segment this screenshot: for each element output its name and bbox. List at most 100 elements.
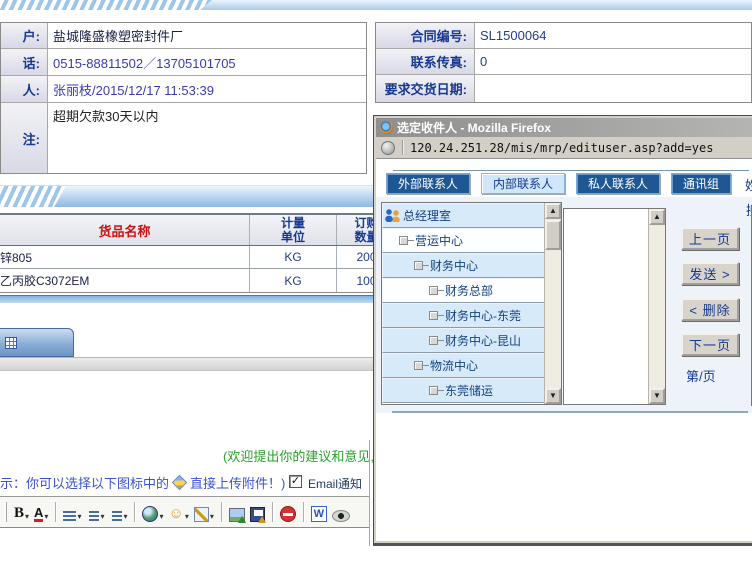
diagonal-stripes	[0, 0, 212, 10]
scroll-down-button[interactable]: ▼	[545, 388, 561, 404]
insert-image-button[interactable]	[228, 501, 246, 523]
tree-item-gm-office[interactable]: 总经理室	[382, 203, 545, 228]
item-unit: KG	[250, 246, 337, 268]
delivery-date-value[interactable]	[475, 75, 751, 102]
form-row-creator: 人: 张丽枝/2015/12/17 11:53:39	[1, 76, 366, 103]
url-text[interactable]: 120.24.251.28/mis/mrp/edituser.asp?add=y…	[410, 141, 713, 155]
url-separator	[402, 140, 403, 155]
tab-groups[interactable]: 通讯组	[671, 173, 731, 194]
tree-item-label: 财务中心-昆山	[445, 332, 521, 349]
tip-row: 提示：你可以选择以下图标中的 直接上传附件！) ✓ Email通知	[0, 470, 374, 494]
tree-node-icon	[429, 311, 438, 320]
window-titlebar[interactable]: 选定收件人 - Mozilla Firefox	[376, 118, 752, 137]
attachment-tab-button[interactable]	[0, 328, 74, 357]
select-recipient-window: 选定收件人 - Mozilla Firefox 120.24.251.28/mi…	[373, 115, 752, 546]
tree-item-dongguan-storage[interactable]: 东莞储运	[382, 378, 545, 403]
save-icon	[250, 507, 265, 522]
note-value[interactable]: 超期欠款30天以内	[48, 103, 366, 173]
upload-html-button[interactable]	[249, 501, 266, 523]
people-icon	[385, 209, 401, 222]
contact-tabs: 外部联系人 内部联系人 私人联系人 通讯组	[386, 173, 731, 194]
grid-icon	[5, 337, 17, 349]
frame-bottom-border	[392, 411, 748, 413]
frame-top-border	[393, 170, 749, 171]
order-form-right: 合同编号: SL1500064 联系传真: 0 要求交货日期:	[375, 22, 752, 103]
tree-item-label: 总经理室	[403, 207, 451, 224]
form-row-phone: 话: 0515-88811502／13705101705	[1, 49, 366, 76]
tree-item-finance-kunshan[interactable]: 财务中心-昆山	[382, 328, 545, 353]
page: 户: 盐城隆盛橡塑密封件厂 话: 0515-88811502／137051017…	[0, 0, 752, 561]
window-title: 选定收件人 - Mozilla Firefox	[397, 119, 551, 136]
next-page-button[interactable]: 下一页	[681, 333, 739, 356]
upload-attachment-icon[interactable]	[172, 475, 188, 491]
toolbar-separator	[303, 502, 304, 522]
tree-item-operations[interactable]: 营运中心	[382, 228, 545, 253]
tree-item-label: 物流中心	[430, 357, 478, 374]
tree-scrollbar[interactable]: ▲ ▼	[544, 203, 561, 404]
address-bar[interactable]: 120.24.251.28/mis/mrp/edituser.asp?add=y…	[376, 137, 752, 159]
pencil-icon	[194, 507, 209, 522]
selected-recipients-listbox[interactable]: ▲ ▼	[563, 208, 666, 405]
align-button[interactable]: ▾	[62, 501, 82, 523]
tree-item-label: 财务中心-东莞	[445, 307, 521, 324]
preview-button[interactable]	[331, 501, 351, 523]
email-notify-checkbox[interactable]: ✓	[289, 475, 302, 488]
upload-tip: 提示：你可以选择以下图标中的 直接上传附件！)	[0, 473, 285, 492]
tab-private-contacts[interactable]: 私人联系人	[576, 173, 660, 194]
tree-item-label: 东莞储运	[445, 382, 493, 399]
tree-node-icon	[429, 286, 438, 295]
remove-format-button[interactable]	[279, 501, 297, 523]
tree-node-icon	[414, 361, 423, 370]
diagonal-stripes	[0, 186, 66, 207]
word-icon: W	[311, 506, 327, 522]
tab-external-contacts[interactable]: 外部联系人	[386, 173, 470, 194]
no-entry-icon	[280, 506, 296, 522]
emoticon-button[interactable]: ☺▾	[168, 501, 190, 523]
tree-node-icon	[429, 336, 438, 345]
bold-button[interactable]: B▾	[13, 501, 30, 523]
tree-node-icon	[414, 261, 423, 270]
toolbar-separator	[55, 502, 56, 522]
suggestion-text: (欢迎提出你的建议和意见,	[0, 446, 374, 465]
editor-toolbar: B▾ A▾ ▾ ▾ ▾ ▾ ☺▾ ▾ W	[0, 496, 369, 528]
item-name: 锌805	[0, 249, 32, 266]
form-row-note: 注: 超期欠款30天以内	[1, 103, 366, 173]
toolbar-separator	[221, 502, 222, 522]
scroll-up-button[interactable]: ▲	[545, 203, 561, 219]
surname-label-partial: 姓	[745, 175, 752, 194]
scroll-thumb[interactable]	[545, 220, 561, 250]
department-tree: 总经理室 营运中心 财务中心 财务总部 财务中心-东莞 财务中心-昆山 物流中心…	[381, 202, 562, 405]
popup-content: 外部联系人 内部联系人 私人联系人 通讯组 姓 接 总经理室 营运中心 财务中心…	[376, 159, 752, 541]
hyperlink-button[interactable]: ▾	[141, 501, 164, 523]
tree-item-logistics[interactable]: 物流中心	[382, 353, 545, 378]
scroll-down-button[interactable]: ▼	[649, 388, 665, 404]
order-form-left: 户: 盐城隆盛橡塑密封件厂 话: 0515-88811502／137051017…	[0, 22, 367, 174]
toolbar-grip	[4, 502, 7, 522]
tree-item-label: 财务总部	[445, 282, 493, 299]
tree-item-finance-dongguan[interactable]: 财务中心-东莞	[382, 303, 545, 328]
word-import-button[interactable]: W	[310, 501, 328, 523]
edit-table-button[interactable]: ▾	[193, 501, 215, 523]
scroll-up-button[interactable]: ▲	[649, 209, 665, 225]
eye-icon	[332, 510, 350, 522]
tree-item-label: 营运中心	[415, 232, 463, 249]
prev-page-button[interactable]: 上一页	[681, 227, 739, 250]
smiley-icon: ☺	[169, 506, 184, 522]
tree-item-finance-center[interactable]: 财务中心	[382, 253, 545, 278]
image-icon	[229, 508, 245, 522]
indent-button[interactable]: ▾	[108, 501, 128, 523]
toolbar-separator	[134, 502, 135, 522]
firefox-icon	[380, 121, 393, 134]
panel-right-border	[369, 440, 370, 546]
numbered-list-button[interactable]: ▾	[85, 501, 105, 523]
tree-item-finance-hq[interactable]: 财务总部	[382, 278, 545, 303]
tab-internal-contacts[interactable]: 内部联系人	[481, 173, 565, 194]
tree-item-label: 财务中心	[430, 257, 478, 274]
form-row-delivery-date: 要求交货日期:	[376, 75, 751, 102]
listbox-scrollbar[interactable]: ▲ ▼	[648, 209, 665, 404]
contract-no-label: 合同编号:	[376, 23, 475, 48]
send-button[interactable]: 发送 >	[681, 262, 739, 285]
email-notify-label: Email通知	[308, 475, 362, 492]
delete-button[interactable]: < 删除	[681, 298, 739, 321]
font-color-button[interactable]: A▾	[33, 501, 49, 523]
